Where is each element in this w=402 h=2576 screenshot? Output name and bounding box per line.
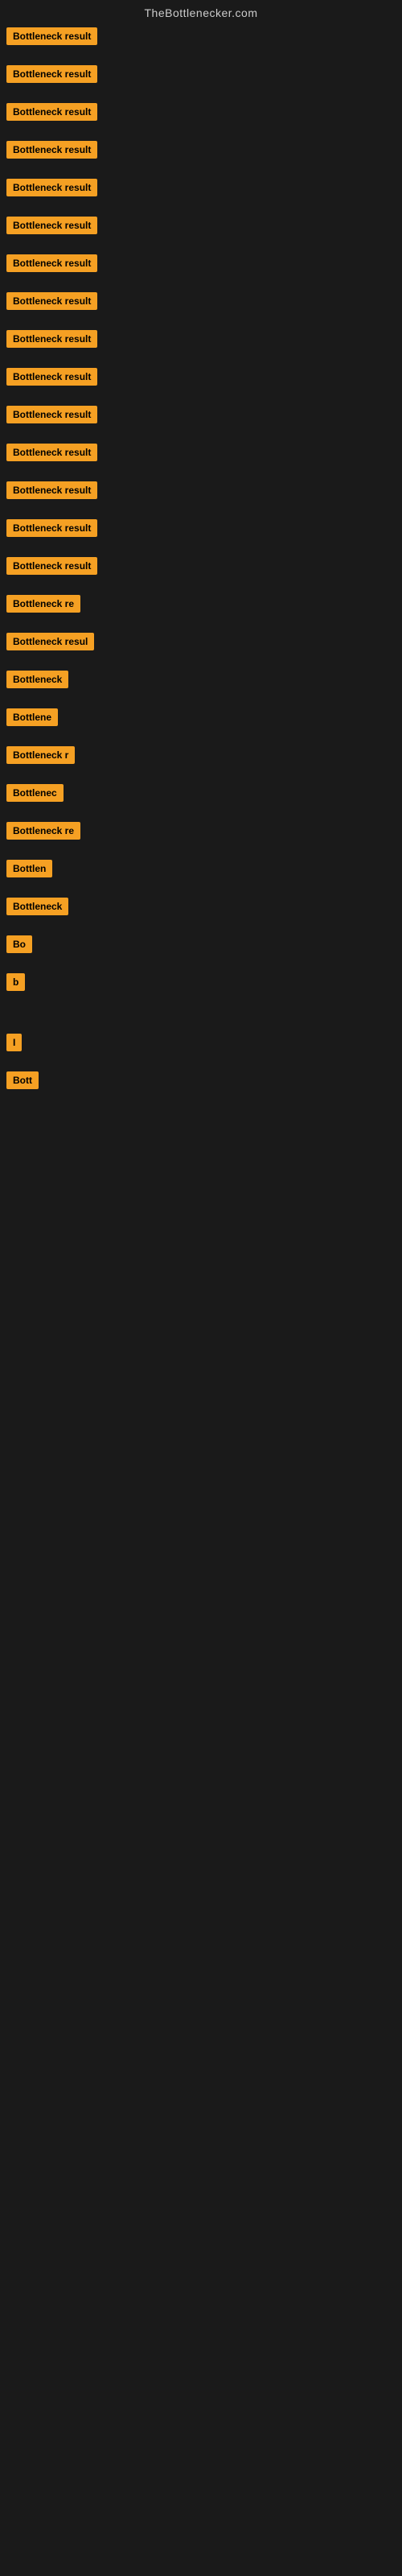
bottleneck-badge[interactable]: Bottleneck result bbox=[6, 103, 97, 121]
bottleneck-badge[interactable]: Bottleneck result bbox=[6, 27, 97, 45]
bottleneck-badge[interactable]: Bottleneck re bbox=[6, 595, 80, 613]
bottleneck-row: Bottleneck re bbox=[0, 590, 402, 628]
bottleneck-row: Bottleneck re bbox=[0, 817, 402, 855]
bottleneck-badge[interactable]: Bottleneck result bbox=[6, 179, 97, 196]
bottleneck-row: Bottleneck bbox=[0, 893, 402, 931]
bottleneck-badge[interactable]: Bott bbox=[6, 1071, 39, 1089]
site-title-container: TheBottlenecker.com bbox=[0, 0, 402, 23]
bottleneck-row: Bottleneck result bbox=[0, 401, 402, 439]
bottleneck-row: Bott bbox=[0, 1067, 402, 1104]
bottleneck-row bbox=[0, 1006, 402, 1029]
bottleneck-badge[interactable]: Bottleneck result bbox=[6, 330, 97, 348]
bottleneck-badge[interactable]: Bottleneck resul bbox=[6, 633, 94, 650]
bottleneck-row: Bottlen bbox=[0, 855, 402, 893]
bottleneck-badge[interactable]: Bottleneck result bbox=[6, 519, 97, 537]
bottleneck-row: Bottleneck result bbox=[0, 287, 402, 325]
bottleneck-row: Bottleneck resul bbox=[0, 628, 402, 666]
bottleneck-row: Bottleneck result bbox=[0, 98, 402, 136]
bottleneck-badge[interactable]: Bottleneck result bbox=[6, 254, 97, 272]
site-title: TheBottlenecker.com bbox=[0, 0, 402, 23]
bottleneck-badge[interactable]: Bottleneck bbox=[6, 671, 68, 688]
bottleneck-badge[interactable]: I bbox=[6, 1034, 22, 1051]
bottleneck-row: Bottleneck bbox=[0, 666, 402, 704]
bottleneck-row: I bbox=[0, 1029, 402, 1067]
bottleneck-row: Bottleneck result bbox=[0, 363, 402, 401]
bottleneck-row: Bottleneck r bbox=[0, 741, 402, 779]
bottleneck-badge[interactable]: Bottleneck r bbox=[6, 746, 75, 764]
bottleneck-row: Bottleneck result bbox=[0, 212, 402, 250]
bottleneck-row: Bottleneck result bbox=[0, 552, 402, 590]
bottleneck-row: Bottleneck result bbox=[0, 477, 402, 514]
bottleneck-row: Bottleneck result bbox=[0, 174, 402, 212]
bottleneck-badge[interactable]: Bottleneck re bbox=[6, 822, 80, 840]
bottleneck-badge[interactable]: Bottleneck result bbox=[6, 557, 97, 575]
bottleneck-row: Bottlenec bbox=[0, 779, 402, 817]
bottleneck-row: Bottleneck result bbox=[0, 439, 402, 477]
bottleneck-row: Bottlene bbox=[0, 704, 402, 741]
bottleneck-badge[interactable]: Bottlen bbox=[6, 860, 52, 877]
bottleneck-row: b bbox=[0, 968, 402, 1006]
bottleneck-badge[interactable]: Bottlene bbox=[6, 708, 58, 726]
bottleneck-row: Bottleneck result bbox=[0, 250, 402, 287]
rows-container: Bottleneck result Bottleneck result Bottle… bbox=[0, 23, 402, 1104]
bottleneck-row: Bottleneck result bbox=[0, 23, 402, 60]
bottleneck-row: Bo bbox=[0, 931, 402, 968]
bottleneck-row: Bottleneck result bbox=[0, 136, 402, 174]
bottleneck-badge[interactable]: b bbox=[6, 973, 25, 991]
bottleneck-badge[interactable]: Bottleneck bbox=[6, 898, 68, 915]
bottleneck-badge[interactable]: Bottlenec bbox=[6, 784, 64, 802]
bottleneck-row: Bottleneck result bbox=[0, 60, 402, 98]
bottleneck-badge[interactable]: Bottleneck result bbox=[6, 65, 97, 83]
bottleneck-badge[interactable]: Bottleneck result bbox=[6, 368, 97, 386]
bottleneck-badge[interactable]: Bottleneck result bbox=[6, 481, 97, 499]
bottleneck-row: Bottleneck result bbox=[0, 325, 402, 363]
bottleneck-row: Bottleneck result bbox=[0, 514, 402, 552]
bottleneck-badge[interactable]: Bottleneck result bbox=[6, 141, 97, 159]
bottleneck-badge[interactable]: Bottleneck result bbox=[6, 406, 97, 423]
bottleneck-badge[interactable]: Bo bbox=[6, 935, 32, 953]
bottleneck-badge[interactable]: Bottleneck result bbox=[6, 444, 97, 461]
bottleneck-badge[interactable]: Bottleneck result bbox=[6, 292, 97, 310]
bottleneck-badge[interactable]: Bottleneck result bbox=[6, 217, 97, 234]
